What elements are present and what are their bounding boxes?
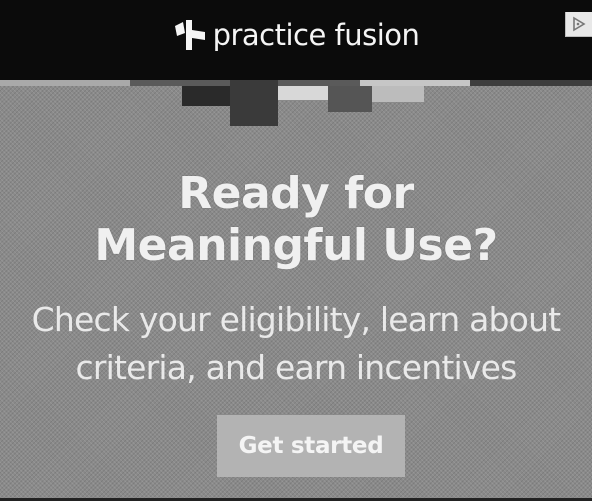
get-started-button[interactable]: Get started [217, 415, 405, 477]
decorative-block [182, 86, 230, 106]
decorative-block [470, 80, 592, 86]
subheadline-line-1: Check your eligibility, learn about [31, 300, 561, 339]
practice-fusion-logo-icon [174, 20, 205, 50]
headline-line-1: Ready for [178, 168, 414, 219]
headline-line-2: Meaningful Use? [94, 220, 498, 271]
brand-header: practice fusion [0, 0, 592, 80]
adchoices-button[interactable] [565, 12, 592, 37]
adchoices-icon [573, 16, 586, 32]
decorative-block [328, 86, 372, 112]
decorative-block [278, 86, 328, 100]
headline: Ready for Meaningful Use? [0, 168, 592, 272]
decorative-block [230, 80, 278, 126]
decorative-block [0, 80, 130, 86]
brand-logo: practice fusion [0, 18, 592, 52]
subheadline-line-2: criteria, and earn incentives [75, 348, 518, 387]
subheadline: Check your eligibility, learn about crit… [0, 296, 592, 392]
decorative-block [372, 86, 424, 102]
ad-banner[interactable]: practice fusion Ready for Meaningful Use… [0, 0, 592, 501]
brand-name: practice fusion [212, 17, 420, 52]
